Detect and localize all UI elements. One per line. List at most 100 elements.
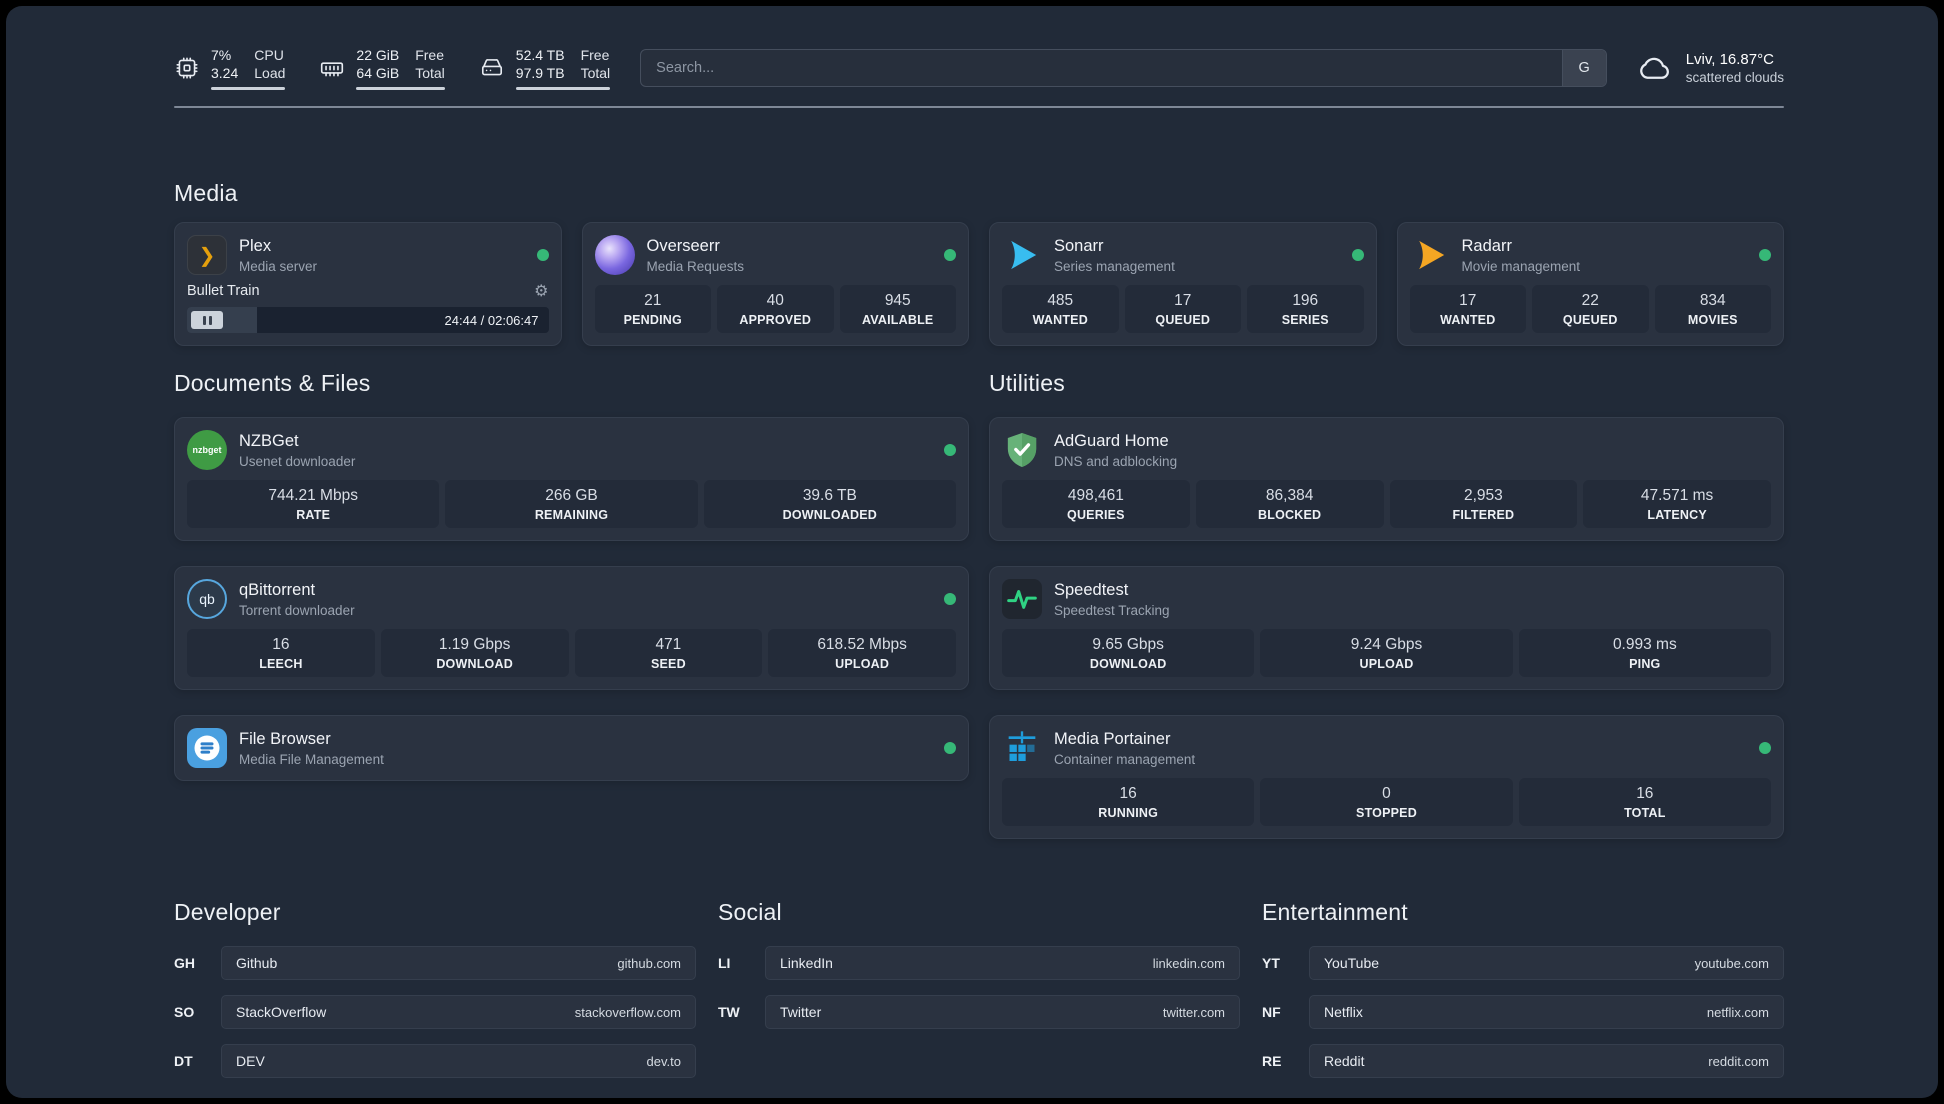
- cpu-load-value: 3.24: [211, 65, 239, 82]
- status-dot: [944, 249, 956, 262]
- app-subtitle: DNS and adblocking: [1054, 453, 1178, 469]
- app-name: Speedtest: [1054, 580, 1129, 599]
- app-subtitle: Media Requests: [646, 258, 745, 274]
- bookmark-abbr: TW: [718, 1004, 740, 1021]
- bookmark-group-developer: Developer GH Github github.com SO StackO…: [174, 899, 696, 1079]
- app-subtitle: Series management: [1054, 258, 1175, 274]
- bookmark-link-dev[interactable]: DEV dev.to: [221, 1044, 696, 1079]
- bookmark-abbr: YT: [1262, 955, 1280, 972]
- bookmark-row-twitter: TW Twitter twitter.com: [718, 995, 1240, 1030]
- bookmark-abbr: DT: [174, 1053, 193, 1070]
- disk-total-label: Total: [580, 65, 611, 82]
- memory-usage-bar: [356, 87, 445, 91]
- bookmark-abbr: GH: [174, 955, 195, 972]
- bookmark-link-netflix[interactable]: Netflix netflix.com: [1309, 995, 1784, 1030]
- speedtest-icon: [1002, 579, 1042, 620]
- stat-upload: 9.24 Gbps UPLOAD: [1260, 629, 1513, 678]
- disk-widget: 52.4 TB 97.9 TB Free Total: [479, 46, 611, 91]
- stat-available: 945 AVAILABLE: [839, 285, 956, 334]
- stat-filtered: 2,953 FILTERED: [1389, 480, 1578, 529]
- disk-total-value: 97.9 TB: [515, 65, 565, 82]
- app-card-filebrowser[interactable]: File Browser Media File Management: [174, 715, 969, 782]
- stat-wanted: 485 WANTED: [1002, 285, 1119, 334]
- disk-usage-bar: [515, 87, 611, 91]
- portainer-icon: [1002, 728, 1042, 768]
- section-title-developer: Developer: [174, 899, 281, 926]
- bookmark-link-youtube[interactable]: YouTube youtube.com: [1309, 946, 1784, 981]
- app-card-adguard[interactable]: AdGuard Home DNS and adblocking 498,461 …: [989, 417, 1784, 542]
- app-card-plex[interactable]: ❯ Plex Media server Bullet Train ⚙ 24:44…: [174, 222, 562, 347]
- gear-icon[interactable]: ⚙: [534, 283, 548, 299]
- bookmark-row-github: GH Github github.com: [174, 946, 696, 981]
- app-card-sonarr[interactable]: Sonarr Series management 485 WANTED 17 Q…: [989, 222, 1377, 347]
- system-metrics: 7% 3.24 CPU Load 22 GiB 64 GiB Free Tota…: [174, 46, 611, 91]
- search-bar: G: [640, 49, 1607, 88]
- section-title-utilities: Utilities: [989, 370, 1065, 397]
- stat-upload: 618.52 Mbps UPLOAD: [768, 629, 956, 678]
- status-dot: [536, 249, 549, 262]
- bookmark-link-reddit[interactable]: Reddit reddit.com: [1309, 1044, 1784, 1079]
- overseerr-icon: [594, 235, 635, 276]
- section-title-social: Social: [718, 899, 782, 926]
- app-card-nzbget[interactable]: nzbget NZBGet Usenet downloader 744.21 M…: [174, 417, 969, 542]
- app-subtitle: Speedtest Tracking: [1054, 602, 1170, 618]
- app-name: File Browser: [239, 729, 331, 748]
- bookmark-abbr: NF: [1262, 1004, 1281, 1021]
- app-subtitle: Media server: [239, 258, 318, 274]
- bookmark-link-linkedin[interactable]: LinkedIn linkedin.com: [765, 946, 1240, 981]
- pause-button[interactable]: [191, 311, 223, 330]
- app-subtitle: Movie management: [1461, 258, 1581, 274]
- app-card-overseerr[interactable]: Overseerr Media Requests 21 PENDING 40 A…: [581, 222, 969, 347]
- disk-free-label: Free: [580, 47, 610, 63]
- bookmark-link-github[interactable]: Github github.com: [221, 946, 696, 981]
- app-card-qbittorrent[interactable]: qb qBittorrent Torrent downloader 16 LEE…: [174, 566, 969, 691]
- status-dot: [944, 742, 956, 755]
- stat-download: 9.65 Gbps DOWNLOAD: [1002, 629, 1255, 678]
- app-card-speedtest[interactable]: Speedtest Speedtest Tracking 9.65 Gbps D…: [989, 566, 1784, 691]
- stat-approved: 40 APPROVED: [717, 285, 834, 334]
- weather-widget[interactable]: Lviv, 16.87°C scattered clouds: [1637, 50, 1784, 87]
- stat-download: 1.19 Gbps DOWNLOAD: [380, 629, 569, 678]
- top-bar: 7% 3.24 CPU Load 22 GiB 64 GiB Free Tota…: [174, 46, 1784, 91]
- bookmark-row-netflix: NF Netflix netflix.com: [1262, 995, 1784, 1030]
- sonarr-icon: [1002, 235, 1042, 275]
- nzbget-icon: nzbget: [187, 430, 227, 471]
- section-utilities: Utilities AdGuard Home DNS and adblockin…: [989, 370, 1784, 840]
- dashboard: 7% 3.24 CPU Load 22 GiB 64 GiB Free Tota…: [6, 6, 1938, 1098]
- filebrowser-icon: [187, 728, 227, 769]
- memory-total-value: 64 GiB: [356, 65, 400, 82]
- bookmark-abbr: LI: [718, 955, 731, 972]
- stat-seed: 471 SEED: [574, 629, 763, 678]
- stat-wanted: 17 WANTED: [1409, 285, 1526, 334]
- bookmark-row-dev: DT DEV dev.to: [174, 1044, 696, 1079]
- stat-latency: 47.571 ms LATENCY: [1583, 480, 1771, 529]
- bookmark-abbr: SO: [174, 1004, 195, 1021]
- status-dot: [944, 593, 956, 606]
- weather-condition: scattered clouds: [1685, 70, 1784, 86]
- stat-stopped: 0 STOPPED: [1260, 778, 1513, 827]
- stat-blocked: 86,384 BLOCKED: [1195, 480, 1384, 529]
- app-name: AdGuard Home: [1054, 431, 1169, 450]
- header-divider: [174, 106, 1784, 109]
- bookmark-link-stackoverflow[interactable]: StackOverflow stackoverflow.com: [221, 995, 696, 1030]
- app-subtitle: Usenet downloader: [239, 453, 356, 469]
- app-card-portainer[interactable]: Media Portainer Container management 16 …: [989, 715, 1784, 840]
- search-engine-button[interactable]: G: [1561, 50, 1606, 87]
- cpu-icon: [176, 57, 198, 79]
- status-dot: [944, 444, 956, 457]
- now-playing-title: Bullet Train: [187, 283, 260, 300]
- section-documents: Documents & Files nzbget NZBGet Usenet d…: [174, 370, 969, 839]
- memory-widget: 22 GiB 64 GiB Free Total: [319, 46, 445, 91]
- app-name: qBittorrent: [239, 580, 316, 599]
- playback-progress-bar[interactable]: 24:44 / 02:06:47: [187, 307, 549, 334]
- bookmark-link-twitter[interactable]: Twitter twitter.com: [765, 995, 1240, 1030]
- stat-total: 16 TOTAL: [1518, 778, 1771, 827]
- stat-queued: 17 QUEUED: [1124, 285, 1241, 334]
- status-dot: [1351, 249, 1364, 262]
- search-input[interactable]: [640, 49, 1607, 88]
- stat-pending: 21 PENDING: [594, 285, 711, 334]
- adguard-icon: [1002, 430, 1042, 470]
- app-card-radarr[interactable]: Radarr Movie management 17 WANTED 22 QUE…: [1396, 222, 1784, 347]
- cpu-widget: 7% 3.24 CPU Load: [174, 46, 286, 91]
- stat-remaining: 266 GB REMAINING: [445, 480, 698, 529]
